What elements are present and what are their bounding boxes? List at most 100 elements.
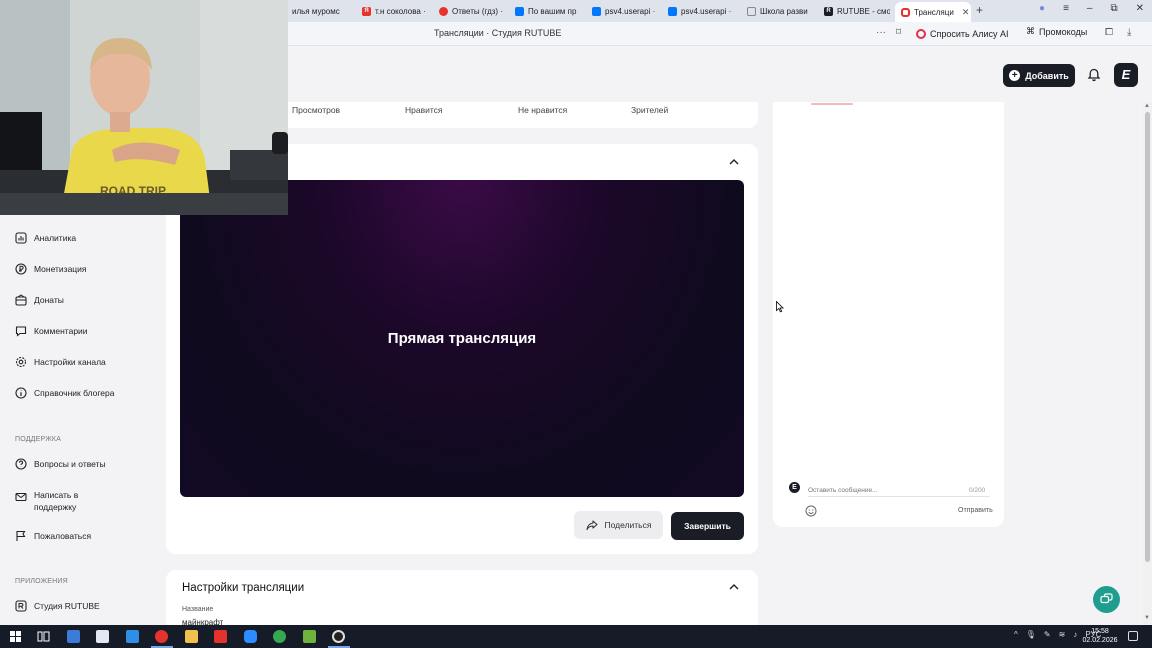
rutube-live-icon [901,7,910,17]
avatar: E [789,482,800,493]
page-scrollbar[interactable]: ▲ ▼ [1143,102,1152,624]
edge-icon[interactable] [126,630,139,643]
sidebar-item-rutube-studio[interactable]: Студия RUTUBE [15,600,100,612]
promo-button[interactable]: ⌘ Промокоды [1026,26,1087,37]
sidebar-item-label: Комментарии [34,326,88,336]
more-icon[interactable]: ··· [876,27,886,38]
browser-tab[interactable]: Я т.н соколова · [362,3,430,19]
send-button[interactable]: Отправить [958,507,993,514]
sidebar-item-donates[interactable]: Донаты [15,294,64,306]
obs-icon[interactable] [332,630,345,643]
yandex-icon[interactable] [214,630,227,643]
name-field-label: Название [182,606,214,613]
chevron-up-icon[interactable] [729,159,739,165]
close-tab-icon[interactable]: ✕ [962,7,970,18]
pen-icon[interactable]: ✎ [1044,630,1051,639]
video-player[interactable]: Прямая трансляция [180,180,744,497]
share-label: Поделиться [604,520,652,530]
ask-alice-button[interactable]: Спросить Алису AI [916,26,1009,42]
page-title[interactable]: Трансляции · Студия RUTUBE [434,28,561,38]
sidebar-item-monetization[interactable]: Монетизация [15,263,87,275]
rutube-logo-icon[interactable]: E [1114,63,1138,87]
chat-message-input[interactable] [808,485,990,497]
info-icon [15,387,27,399]
notification-icon[interactable] [1128,631,1138,641]
store-icon[interactable] [67,630,80,643]
promo-label: Промокоды [1039,26,1088,37]
sidebar-item-comments[interactable]: Комментарии [15,325,88,337]
add-label: Добавить [1025,70,1069,81]
webcam-person-image: ROAD TRIP [0,0,288,215]
browser-tab-active[interactable]: Трансляци ✕ [895,2,971,22]
microphone-icon[interactable]: 🎙 [1026,630,1036,639]
profile-icon[interactable]: ● [1039,3,1045,14]
viewers-label: Зрителей [631,105,669,115]
os-taskbar: ^ 🎙 ✎ ≋ ♪ РУС 15:58 02.02.2026 [0,625,1152,648]
add-button[interactable]: + Добавить [1003,64,1075,87]
restore-icon[interactable]: ⧉ [1110,3,1117,14]
tab-label: Школа разви [760,6,808,16]
browser-tab[interactable]: Школа разви [747,3,813,19]
studio-icon [15,600,27,612]
menu-icon[interactable]: ≡ [1063,3,1069,14]
new-tab-icon[interactable]: + [976,3,983,17]
scroll-up-icon[interactable]: ▲ [1144,103,1150,109]
rutube-icon: R [824,6,833,16]
wifi-icon[interactable]: ≋ [1059,630,1066,639]
name-field[interactable]: майнкрафт [182,618,223,625]
emoji-icon[interactable] [805,505,817,517]
windows-start-icon[interactable] [9,630,22,643]
yandex-browser-icon[interactable] [155,630,168,643]
browser-tab[interactable]: По вашим пр [515,3,581,19]
sidebar-item-analytics[interactable]: Аналитика [15,232,76,244]
chrome-icon[interactable] [273,630,286,643]
browser-tab[interactable]: psv4.userapi · [592,3,660,19]
sidebar-item-blogger-guide[interactable]: Справочник блогера [15,387,114,399]
close-window-icon[interactable]: ✕ [1136,3,1144,14]
minecraft-icon[interactable] [303,630,316,643]
flag-icon [16,530,26,541]
vk-icon [515,6,524,16]
mail-icon [15,492,27,502]
sidebar-item-label: Написать в поддержку [34,490,79,512]
views-label: Просмотров [292,105,341,115]
collections-icon[interactable]: ⧠ [1105,27,1113,38]
sidebar-item-channel-settings[interactable]: Настройки канала [15,356,106,368]
monetization-icon [15,263,27,275]
support-chat-button[interactable] [1093,586,1120,613]
volume-icon[interactable]: ♪ [1073,630,1077,639]
page-icon [747,6,756,16]
zoom-icon[interactable] [244,630,257,643]
file-explorer-icon[interactable] [185,630,198,643]
sidebar-item-contact-support[interactable]: Написать в поддержку [15,489,105,513]
tab-label: psv4.userapi · [605,6,656,16]
minimize-icon[interactable]: – [1087,3,1093,14]
browser-tab[interactable]: R RUTUBE - смо [824,3,890,19]
end-stream-button[interactable]: Завершить [671,512,744,540]
browser-tab[interactable]: Ответы (гдз) · [439,3,509,19]
support-heading: ПОДДЕРЖКА [15,436,62,443]
scroll-down-icon[interactable]: ▼ [1144,615,1150,621]
task-view-icon[interactable] [37,630,50,643]
chat-tab-indicator [811,103,853,105]
calculator-icon[interactable] [96,630,109,643]
vk-icon [668,6,677,16]
browser-tab[interactable]: илья муромс [292,3,358,19]
tab-label: psv4.userapi · [681,6,732,16]
tray-chevron-icon[interactable]: ^ [1014,630,1018,639]
bell-icon[interactable] [1087,68,1101,82]
download-icon[interactable]: ⤓ [1127,27,1131,38]
sidebar-item-faq[interactable]: Вопросы и ответы [15,458,106,470]
player-title: Прямая трансляция [387,330,537,347]
share-button[interactable]: Поделиться [574,511,663,539]
sidebar: Аналитика Монетизация Донаты Комментарии… [0,215,165,625]
tab-label: илья муромс [292,6,340,16]
sidebar-item-complain[interactable]: Пожаловаться [15,530,91,542]
share-icon [585,519,598,530]
scrollbar-thumb[interactable] [1145,112,1150,562]
chevron-up-icon[interactable] [729,584,739,590]
browser-tab[interactable]: psv4.userapi · [668,3,736,19]
webcam-overlay: ROAD TRIP [0,0,288,215]
bookmark-icon[interactable]: ⌑ [896,27,901,38]
taskbar-clock[interactable]: 15:58 02.02.2026 [1082,627,1118,645]
